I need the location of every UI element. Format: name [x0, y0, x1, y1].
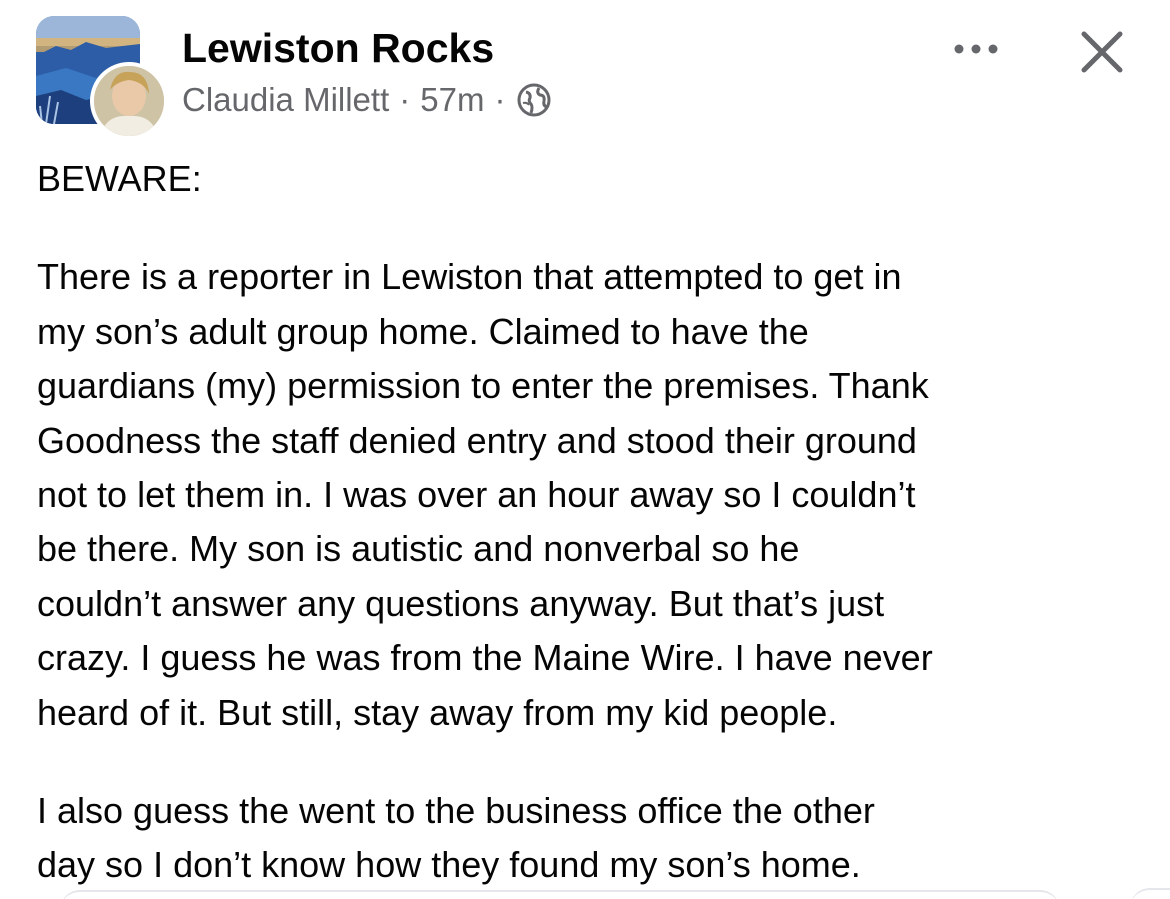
- group-name[interactable]: Lewiston Rocks: [182, 24, 494, 72]
- more-options-button[interactable]: [946, 34, 1006, 64]
- meta-separator: ·: [399, 81, 411, 118]
- post-time[interactable]: 57m: [420, 78, 484, 122]
- post-meta: Claudia Millett · 57m ·: [182, 78, 551, 122]
- close-icon: [1081, 31, 1123, 73]
- post-paragraph: I also guess the went to the business of…: [37, 790, 875, 886]
- author-photo: [94, 66, 164, 136]
- post-paragraph: BEWARE:: [37, 158, 202, 199]
- post-header: Lewiston Rocks Claudia Millett · 57m ·: [36, 16, 1136, 140]
- more-options-icon: [954, 44, 998, 54]
- author-avatar[interactable]: [90, 62, 168, 140]
- post-view: Lewiston Rocks Claudia Millett · 57m · B…: [0, 0, 1170, 899]
- author-name[interactable]: Claudia Millett: [182, 78, 389, 122]
- close-button[interactable]: [1076, 26, 1128, 78]
- meta-separator: ·: [494, 81, 506, 118]
- post-paragraph: There is a reporter in Lewiston that att…: [37, 256, 933, 733]
- reaction-bar-edge: [60, 890, 1060, 899]
- globe-icon: [517, 83, 551, 117]
- post-text: BEWARE: There is a reporter in Lewiston …: [37, 152, 1147, 893]
